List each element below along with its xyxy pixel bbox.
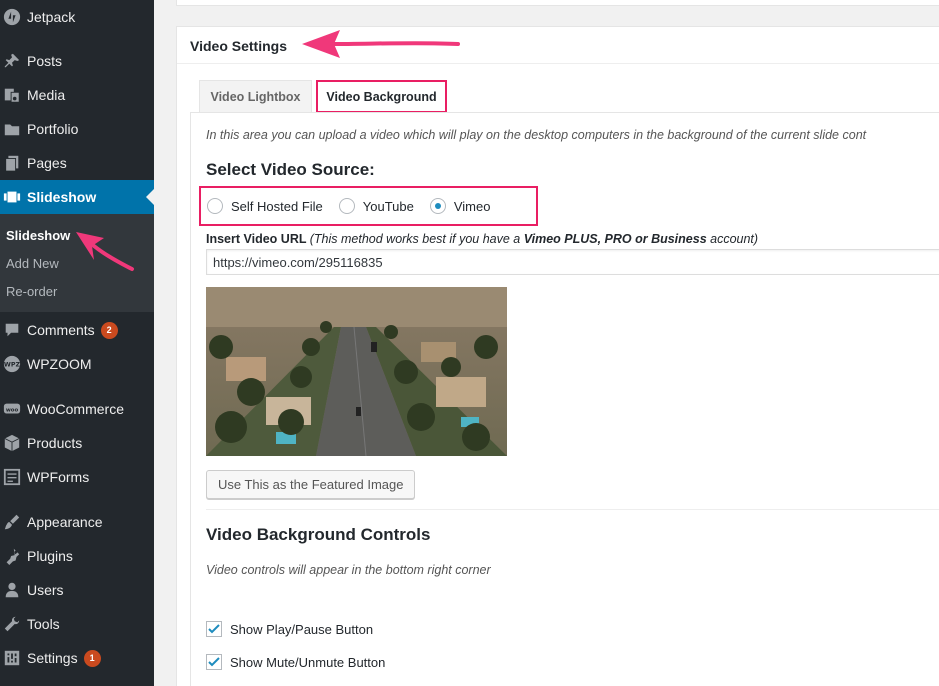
- radio-self-hosted[interactable]: Self Hosted File: [207, 198, 323, 214]
- radio-vimeo[interactable]: Vimeo: [429, 198, 490, 214]
- panel-title: Video Settings: [190, 38, 287, 54]
- settings-count-badge: 1: [83, 649, 101, 667]
- video-url-label: Insert Video URL (This method works best…: [206, 232, 759, 246]
- wpzoom-icon: WPZ: [0, 355, 27, 373]
- menu-item-tools[interactable]: Tools: [0, 607, 154, 641]
- annotation-arrow-title: [302, 30, 460, 58]
- checkmark-icon: [208, 624, 220, 634]
- sliders-icon: [0, 649, 27, 667]
- video-url-input[interactable]: [206, 249, 939, 275]
- menu-item-products[interactable]: Products: [0, 426, 154, 460]
- menu-item-comments[interactable]: Comments 2: [0, 313, 154, 347]
- section-divider: [206, 509, 939, 510]
- radio-circle-selected[interactable]: [429, 198, 446, 214]
- slideshow-icon: [0, 188, 27, 206]
- checkbox-box[interactable]: [206, 654, 222, 670]
- menu-item-appearance[interactable]: Appearance: [0, 505, 154, 539]
- comments-count-badge: 2: [100, 321, 118, 339]
- menu-item-slideshow[interactable]: Slideshow: [0, 180, 154, 214]
- tab-video-background[interactable]: Video Background: [316, 80, 447, 113]
- menu-item-wpforms[interactable]: WPForms: [0, 460, 154, 494]
- radio-circle[interactable]: [207, 198, 223, 214]
- use-as-featured-image-button[interactable]: Use This as the Featured Image: [206, 470, 416, 499]
- menu-item-plugins[interactable]: Plugins: [0, 539, 154, 573]
- svg-text:WPZ: WPZ: [4, 362, 21, 369]
- panel-divider: [177, 63, 939, 64]
- video-background-content: In this area you can upload a video whic…: [190, 112, 939, 686]
- submenu-add-new[interactable]: Add New: [6, 256, 59, 271]
- checkmark-icon: [208, 657, 220, 667]
- pin-icon: [0, 52, 27, 70]
- submenu-re-order[interactable]: Re-order: [6, 284, 57, 299]
- admin-sidebar: Jetpack Posts Media Portfolio Pages Slid…: [0, 0, 154, 686]
- radio-circle[interactable]: [338, 198, 355, 214]
- menu-item-jetpack[interactable]: Jetpack: [0, 0, 154, 34]
- aerial-street-image: [206, 287, 507, 456]
- menu-item-posts[interactable]: Posts: [0, 44, 154, 78]
- checkbox-box[interactable]: [206, 621, 222, 637]
- controls-note: Video controls will appear in the bottom…: [206, 563, 491, 577]
- select-source-heading: Select Video Source:: [206, 160, 375, 179]
- user-icon: [0, 581, 27, 599]
- intro-text: In this area you can upload a video whic…: [206, 128, 867, 142]
- video-source-radio-group: Self Hosted File YouTube Vimeo: [199, 186, 538, 226]
- brush-icon: [0, 513, 27, 531]
- checkbox-play-pause[interactable]: Show Play/Pause Button: [206, 621, 373, 637]
- pages-icon: [0, 154, 27, 172]
- media-icon: [0, 86, 27, 104]
- menu-item-pages[interactable]: Pages: [0, 146, 154, 180]
- menu-item-wpzoom[interactable]: WPZ WPZOOM: [0, 347, 154, 381]
- checkbox-mute-unmute[interactable]: Show Mute/Unmute Button: [206, 654, 385, 670]
- radio-youtube[interactable]: YouTube: [338, 198, 414, 214]
- menu-item-portfolio[interactable]: Portfolio: [0, 112, 154, 146]
- tab-video-lightbox[interactable]: Video Lightbox: [199, 80, 312, 113]
- plug-icon: [0, 547, 27, 565]
- menu-item-settings[interactable]: Settings 1: [0, 641, 154, 675]
- controls-heading: Video Background Controls: [206, 525, 431, 544]
- folder-icon: [0, 120, 27, 138]
- comment-icon: [0, 321, 27, 339]
- forms-icon: [0, 468, 27, 486]
- woo-icon: woo: [0, 400, 27, 418]
- video-thumbnail: [206, 287, 507, 456]
- annotation-arrow-submenu: [76, 232, 134, 271]
- menu-item-users[interactable]: Users: [0, 573, 154, 607]
- previous-panel-edge: [176, 0, 939, 6]
- menu-item-woocommerce[interactable]: woo WooCommerce: [0, 392, 154, 426]
- submenu-slideshow[interactable]: Slideshow: [6, 228, 70, 243]
- wrench-icon: [0, 615, 27, 633]
- jetpack-icon: [0, 8, 27, 26]
- menu-item-media[interactable]: Media: [0, 78, 154, 112]
- video-settings-panel: Video Settings Video Lightbox Video Back…: [176, 26, 939, 686]
- svg-text:woo: woo: [6, 407, 19, 413]
- box-icon: [0, 434, 27, 452]
